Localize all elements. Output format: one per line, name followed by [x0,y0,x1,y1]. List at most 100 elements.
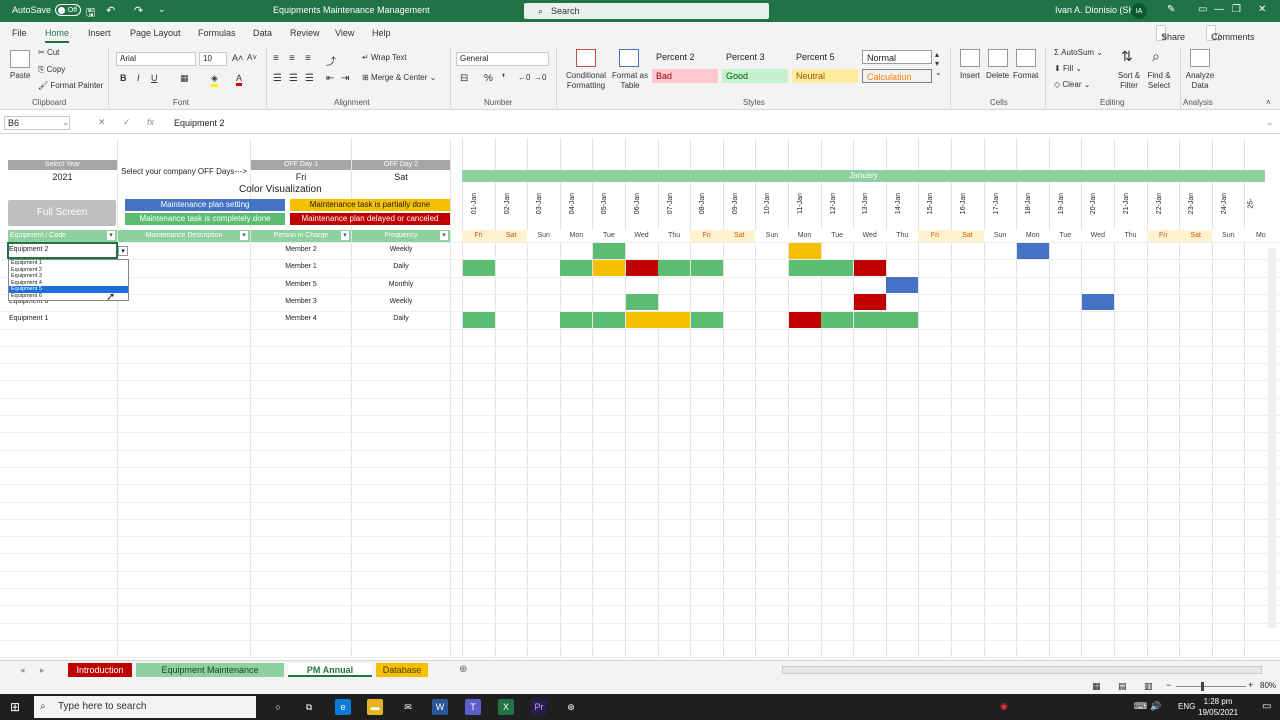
number-format-select[interactable]: General [456,52,549,66]
filter-dropdown-icon[interactable]: ▾ [240,231,248,240]
sheet-tab[interactable]: Introduction [68,663,132,677]
menu-help[interactable]: Help [372,28,391,38]
decrease-decimal-icon[interactable]: →0 [534,73,546,82]
menu-formulas[interactable]: Formulas [198,28,236,38]
style-neutral[interactable]: Neutral [792,69,858,83]
menu-file[interactable]: File [12,28,27,38]
gantt-cell[interactable] [788,259,821,276]
pen-icon[interactable]: ✎ [1167,4,1175,15]
font-name-select[interactable]: Arial [116,52,196,66]
filter-dropdown-icon[interactable]: ▾ [107,231,115,240]
sort-filter-icon[interactable]: ⇅ [1121,48,1133,65]
close-icon[interactable]: ✕ [1258,4,1266,15]
align-left-icon[interactable]: ☰ [273,73,282,84]
cancel-entry-icon[interactable]: ✕ [98,117,106,128]
expand-formula-icon[interactable]: ⌄ [1266,117,1274,128]
zoom-out-icon[interactable]: − [1166,680,1171,690]
increase-decimal-icon[interactable]: ←0 [518,73,530,82]
gantt-cell[interactable] [788,311,821,328]
name-box-dropdown-icon[interactable]: ⌄ [62,117,70,128]
style-good[interactable]: Good [722,69,788,83]
format-painter-button[interactable]: 🖌 Format Painter [38,81,103,90]
style-percent-3[interactable]: Percent 3 [722,50,788,64]
sort-filter-button[interactable]: Sort & Filter [1114,71,1144,91]
increase-font-icon[interactable]: A˄ [232,53,243,63]
style-normal[interactable]: Normal [862,50,932,64]
windows-start-icon[interactable]: ⊞ [10,700,20,714]
cut-button[interactable]: ✂ Cut [38,48,59,57]
align-top-icon[interactable]: ≡ [273,53,279,64]
comma-style-icon[interactable]: ❜ [502,73,505,84]
font-color-icon[interactable]: A [236,73,243,86]
language-indicator[interactable]: ENG [1178,702,1195,711]
fill-button[interactable]: ⬇ Fill ⌄ [1054,64,1082,73]
person-cell[interactable]: Member 5 [251,277,351,293]
gantt-cell[interactable] [690,311,723,328]
menu-page-layout[interactable]: Page Layout [130,28,181,38]
notification-icon[interactable]: ▭ [1262,701,1271,712]
name-box[interactable]: B6 [4,116,70,130]
autosave-switch[interactable]: Off [55,4,82,16]
tray-icon[interactable]: ◉ [1000,701,1008,712]
autosave-toggle[interactable]: AutoSave Off [12,4,82,16]
paste-icon[interactable] [10,50,30,68]
styles-scroll-icon[interactable]: ▴ ▾ ⌄ [935,50,942,77]
cell-dropdown-icon[interactable]: ▾ [118,246,128,256]
accounting-format-icon[interactable]: ⊟ [460,73,468,84]
frequency-cell[interactable]: Weekly [352,242,450,258]
off-day2-select[interactable]: Sat [352,170,450,184]
undo-icon[interactable]: ↶ [106,4,115,17]
file-explorer-icon[interactable]: ▬ [367,699,383,715]
gantt-cell[interactable] [560,259,593,276]
merge-center-button[interactable]: ⊞ Merge & Center ⌄ [362,73,436,82]
edge-icon[interactable]: e [335,699,351,715]
excel-icon[interactable]: X [498,699,514,715]
person-cell[interactable]: Member 1 [251,259,351,275]
year-select[interactable]: 2021 [8,170,117,184]
avatar[interactable]: IA [1131,3,1147,19]
user-name[interactable]: Ivan A. Dionisio (SK) [1055,5,1138,15]
network-icon[interactable]: ⌨ [1134,701,1147,712]
gantt-cell[interactable] [1016,242,1049,259]
borders-icon[interactable]: ▦ [180,73,189,84]
wrap-text-button[interactable]: ↵ Wrap Text [362,53,407,62]
confirm-entry-icon[interactable]: ✓ [123,117,131,128]
zoom-in-icon[interactable]: + [1248,680,1253,690]
normal-view-icon[interactable]: ▦ [1092,681,1101,692]
bold-icon[interactable]: B [120,73,127,83]
style-calculation[interactable]: Calculation [862,69,932,83]
align-bottom-icon[interactable]: ≡ [305,53,311,64]
align-right-icon[interactable]: ☰ [305,73,314,84]
decrease-font-icon[interactable]: A˅ [247,53,257,62]
customize-toolbar-icon[interactable]: ⌄ [158,4,166,15]
gantt-cell[interactable] [690,259,723,276]
increase-indent-icon[interactable]: ⇥ [341,73,349,84]
frequency-cell[interactable]: Weekly [352,294,450,310]
gantt-cell[interactable] [788,242,821,259]
restore-icon[interactable]: ❐ [1232,4,1241,15]
vertical-scrollbar[interactable] [1268,248,1276,628]
volume-icon[interactable]: 🔊 [1150,701,1161,712]
insert-cells-button[interactable]: Insert [960,71,980,80]
formula-input[interactable]: Equipment 2 [168,116,1268,130]
full-screen-button[interactable]: Full Screen [8,200,116,226]
teams-icon[interactable]: T [465,699,481,715]
prev-sheet-icon[interactable]: ◂ [14,663,31,677]
orientation-icon[interactable]: ⤴ [326,53,336,68]
frequency-cell[interactable]: Daily [352,259,450,275]
conditional-formatting-button[interactable]: Conditional Formatting [563,71,609,91]
horizontal-scrollbar[interactable] [782,666,1262,674]
zoom-level[interactable]: 80% [1260,681,1276,690]
premiere-icon[interactable]: Pr [531,699,547,715]
equipment-cell[interactable]: Equipment 1 [9,311,115,327]
person-cell[interactable]: Member 2 [251,242,351,258]
filter-dropdown-icon[interactable]: ▾ [440,231,448,240]
gantt-cell[interactable] [625,311,658,328]
gantt-cell[interactable] [1081,294,1114,311]
frequency-cell[interactable]: Monthly [352,277,450,293]
next-sheet-icon[interactable]: ▸ [34,663,51,677]
page-break-view-icon[interactable]: ▥ [1144,681,1153,692]
person-cell[interactable]: Member 4 [251,311,351,327]
redo-icon[interactable]: ↷ [134,4,143,17]
frequency-cell[interactable]: Daily [352,311,450,327]
